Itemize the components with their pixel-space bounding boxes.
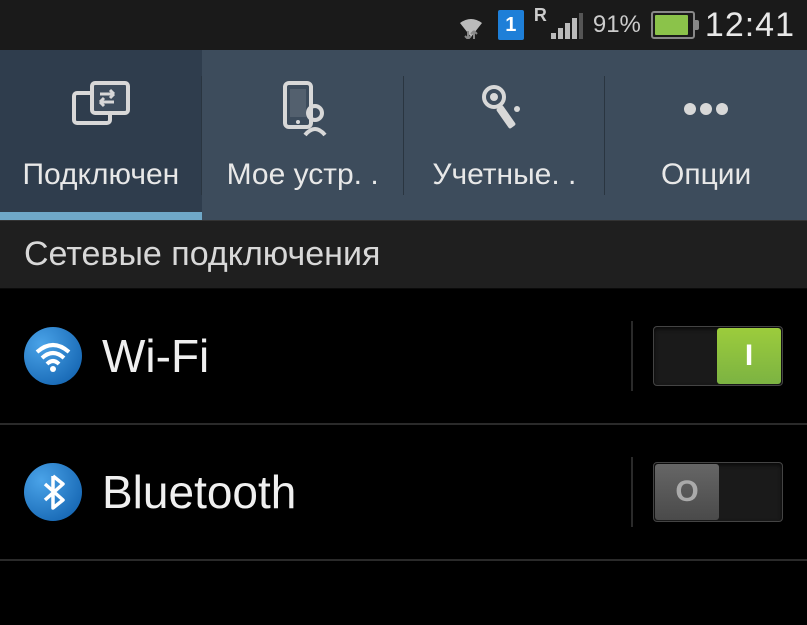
divider — [631, 457, 633, 527]
setting-row-wifi[interactable]: Wi-Fi I — [0, 289, 807, 425]
sim-indicator: 1 — [498, 10, 524, 40]
wifi-icon — [24, 327, 82, 385]
clock: 12:41 — [705, 6, 795, 45]
setting-label: Bluetooth — [102, 465, 611, 519]
tab-label: Подключен — [22, 158, 179, 192]
status-bar: 1 R 91% 12:41 — [0, 0, 807, 50]
battery-percent: 91% — [593, 11, 641, 39]
device-icon — [273, 78, 333, 140]
toggle-handle: O — [655, 464, 719, 520]
bluetooth-toggle[interactable]: O — [653, 462, 783, 522]
bluetooth-icon — [24, 463, 82, 521]
signal-icon — [551, 11, 583, 39]
wifi-status-icon — [454, 11, 488, 39]
tab-accounts[interactable]: Учетные. . — [404, 50, 606, 220]
battery-fill — [655, 15, 688, 35]
connections-icon — [66, 78, 136, 140]
roaming-indicator: R — [534, 5, 547, 26]
battery-icon — [651, 11, 695, 39]
setting-label: Wi-Fi — [102, 329, 611, 383]
options-icon — [676, 78, 736, 140]
tab-options[interactable]: Опции — [605, 50, 807, 220]
tab-connections[interactable]: Подключен — [0, 50, 202, 220]
divider — [631, 321, 633, 391]
section-header-network: Сетевые подключения — [0, 220, 807, 289]
tab-label: Опции — [661, 158, 751, 192]
toggle-handle: I — [717, 328, 781, 384]
tab-device[interactable]: Мое устр. . — [202, 50, 404, 220]
wifi-toggle[interactable]: I — [653, 326, 783, 386]
settings-tabs: Подключен Мое устр. . Учетные. . — [0, 50, 807, 220]
tab-label: Учетные. . — [432, 158, 576, 192]
tab-label: Мое устр. . — [227, 158, 379, 192]
accounts-icon — [474, 78, 534, 140]
setting-row-bluetooth[interactable]: Bluetooth O — [0, 425, 807, 561]
